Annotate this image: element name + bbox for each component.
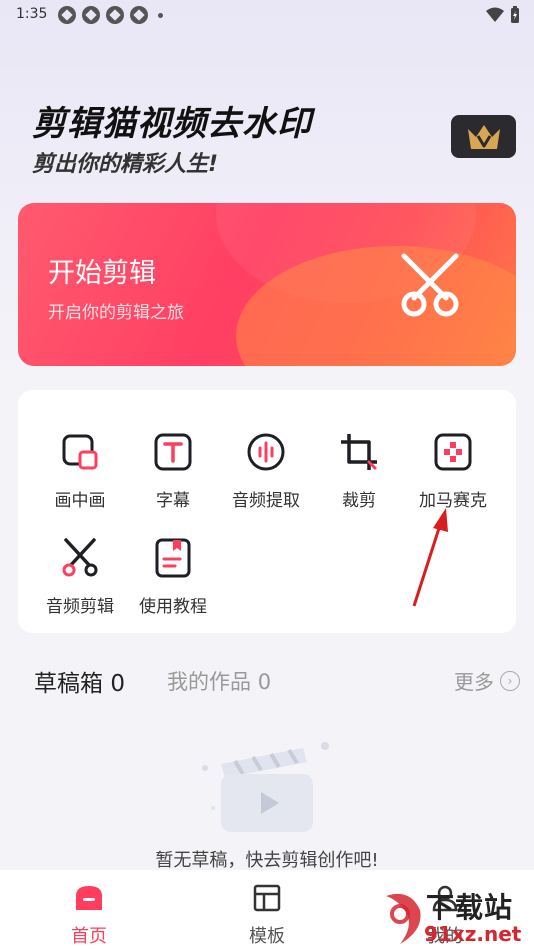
notification-app-icon [82, 6, 100, 24]
tool-audio-edit[interactable]: 音频剪辑 [32, 538, 128, 617]
start-editing-subtitle: 开启你的剪辑之旅 [48, 303, 184, 323]
drafts-count: 0 [110, 671, 125, 697]
tab-drafts[interactable]: 草稿箱 0 [34, 664, 125, 698]
site-watermark: 下载站 91xz.net [380, 886, 534, 950]
notification-app-icon [58, 6, 76, 24]
more-button[interactable]: 更多 › [454, 666, 520, 695]
status-time: 1:35 [16, 6, 48, 22]
wifi-icon [486, 7, 504, 22]
app-title: 剪辑猫视频去水印 [32, 104, 312, 144]
tab-drafts-label: 草稿箱 [34, 671, 103, 697]
tool-audio-extract[interactable]: 音频提取 [218, 432, 314, 511]
works-count: 0 [257, 670, 272, 694]
notification-icons [58, 6, 163, 24]
tool-label: 字幕 [156, 491, 190, 511]
chevron-right-icon: › [500, 670, 520, 691]
tab-my-works[interactable]: 我的作品 0 [167, 666, 271, 696]
tool-label: 画中画 [54, 491, 106, 511]
tool-label: 音频剪辑 [46, 597, 114, 617]
home-icon [76, 886, 102, 910]
empty-drafts-text: 暂无草稿，快去剪辑创作吧! [155, 850, 379, 871]
tool-tutorial[interactable]: 使用教程 [125, 538, 221, 617]
tool-crop[interactable]: 裁剪 [311, 432, 407, 511]
more-label: 更多 [454, 670, 494, 694]
system-status [486, 6, 520, 24]
tool-label: 音频提取 [232, 491, 300, 511]
start-editing-title: 开始剪辑 [48, 258, 156, 289]
mosaic-icon [434, 433, 472, 471]
tutorial-book-icon [155, 538, 191, 578]
scissors-icon [62, 538, 98, 577]
notification-app-icon [106, 6, 124, 24]
tools-panel: 画中画 字幕 音频提取 裁剪 加马赛克 音频剪辑 使用教程 [18, 390, 516, 633]
nav-home[interactable]: 首页 [49, 884, 129, 948]
scissors-icon [401, 253, 459, 317]
crop-icon [341, 434, 377, 470]
drafts-tabs: 草稿箱 0 我的作品 0 更多 › [34, 664, 520, 700]
watermark-logo [386, 893, 421, 944]
watermark-site-name: 下载站 [426, 891, 514, 924]
status-bar: 1:35 [0, 0, 534, 30]
battery-icon [511, 6, 519, 23]
template-icon [253, 884, 281, 912]
nav-template-label: 模板 [249, 926, 285, 947]
tool-mosaic[interactable]: 加马赛克 [405, 432, 501, 511]
audio-wave-icon [247, 433, 285, 471]
tool-picture-in-picture[interactable]: 画中画 [32, 432, 128, 511]
vip-button[interactable] [451, 115, 516, 158]
nav-template[interactable]: 模板 [227, 884, 307, 948]
more-notifications-dot [158, 12, 163, 18]
tool-label: 裁剪 [342, 491, 376, 511]
tool-label: 使用教程 [139, 597, 207, 617]
watermark-url: 91xz.net [424, 922, 522, 946]
picture-in-picture-icon [62, 434, 98, 470]
empty-video-illustration [202, 742, 329, 832]
tool-subtitle[interactable]: 字幕 [125, 432, 221, 511]
tab-works-label: 我的作品 [167, 670, 251, 694]
nav-home-label: 首页 [71, 926, 107, 947]
tool-label: 加马赛克 [419, 491, 487, 511]
crown-icon [467, 124, 500, 149]
text-icon [154, 433, 192, 471]
notification-app-icon [130, 6, 148, 24]
app-subtitle: 剪出你的精彩人生! [32, 152, 219, 177]
